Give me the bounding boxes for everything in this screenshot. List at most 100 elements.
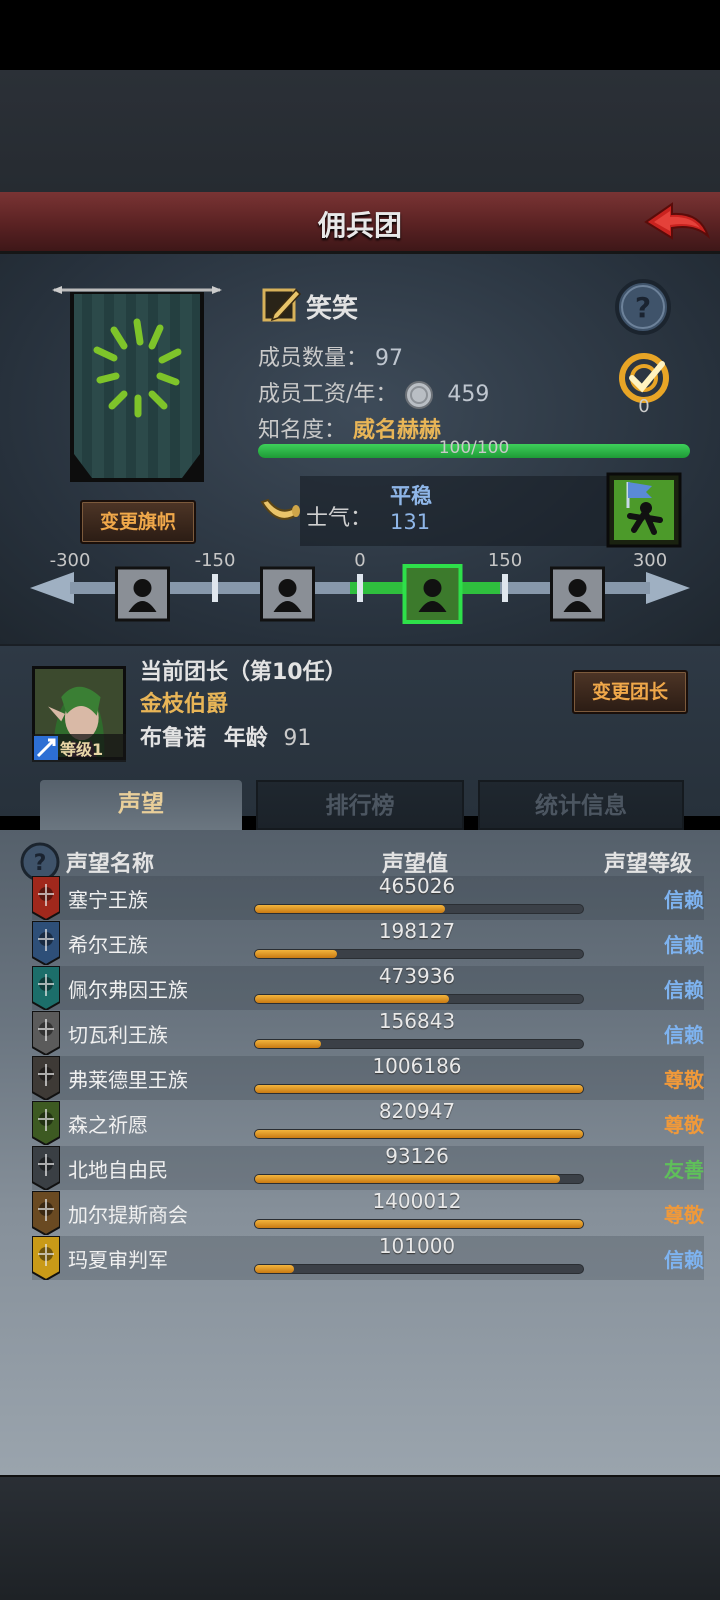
scale-tick-label: -300	[49, 550, 91, 571]
target-count: 0	[638, 396, 650, 417]
reputation-level: 尊敬	[664, 1113, 704, 1137]
reputation-value: 93126	[385, 1144, 449, 1168]
rally-flag-icon[interactable]	[606, 472, 682, 548]
reputation-bar-fill	[255, 1085, 583, 1093]
scales-crest-icon	[32, 1011, 60, 1055]
reputation-bar	[254, 1084, 584, 1094]
reputation-bar-fill	[255, 905, 446, 913]
faction-name: 森之祈愿	[68, 1113, 148, 1137]
scale-tick-label: 300	[632, 550, 668, 571]
reputation-row[interactable]: 玛夏审判军 101000 信赖	[32, 1234, 704, 1280]
blue-arch-crest-icon	[32, 921, 60, 965]
reputation-value: 1006186	[372, 1054, 462, 1078]
salary-label: 成员工资/年：	[258, 382, 398, 407]
reputation-level: 信赖	[664, 888, 704, 912]
reputation-value: 473936	[378, 964, 456, 988]
war-horn-icon	[260, 498, 300, 520]
reputation-level: 友善	[664, 1158, 704, 1182]
scale-tick	[502, 574, 508, 602]
reputation-bar	[254, 1219, 584, 1229]
fear-figure-icon	[260, 566, 315, 622]
reputation-bar-fill	[255, 950, 337, 958]
silver-coin-icon	[405, 381, 434, 409]
reputation-bar	[254, 994, 584, 1004]
gold-cross-crest-icon	[32, 1236, 60, 1280]
reputation-level: 信赖	[664, 933, 704, 957]
reputation-row[interactable]: 弗莱德里王族 1006186 尊敬	[32, 1054, 704, 1100]
reputation-bar	[254, 1174, 584, 1184]
bottom-spacer	[0, 1475, 720, 1600]
reputation-value: 820947	[378, 1099, 456, 1123]
salary-value: 459	[447, 382, 490, 407]
morale-value: 131	[390, 510, 431, 534]
reputation-value: 465026	[378, 874, 456, 898]
reputation-row[interactable]: 加尔提斯商会 1400012 尊敬	[32, 1189, 704, 1235]
header-reputation-level: 声望等级	[603, 852, 692, 877]
svg-text:?: ?	[34, 851, 47, 876]
help-icon[interactable]: ?	[614, 278, 672, 336]
chest-crest-icon	[32, 1191, 60, 1235]
tab-reputation[interactable]: 声望	[40, 780, 242, 830]
reputation-bar-fill	[255, 995, 449, 1003]
scale-tick-label: 0	[354, 550, 366, 571]
reputation-bar	[254, 1129, 584, 1139]
horse-crest-icon	[32, 1056, 60, 1100]
reputation-panel: ? 声望名称 声望值 声望等级 塞宁王族 465026 信赖 希尔王族 1981…	[0, 830, 720, 1475]
red-tree-crest-icon	[32, 876, 60, 920]
faction-name: 弗莱德里王族	[68, 1068, 188, 1092]
reputation-level: 尊敬	[664, 1203, 704, 1227]
reputation-bar-fill	[255, 1220, 583, 1228]
reputation-level: 信赖	[664, 1023, 704, 1047]
member-count-label: 成员数量：	[258, 346, 369, 371]
reputation-bar-fill	[255, 1130, 583, 1138]
leader-title: 当前团长（第10任）	[140, 660, 347, 685]
salary-row: 成员工资/年： 459	[258, 376, 489, 410]
faction-name: 切瓦利王族	[68, 1023, 168, 1047]
faction-name: 玛夏审判军	[68, 1248, 168, 1272]
scale-tick	[212, 574, 218, 602]
reputation-level: 信赖	[664, 1248, 704, 1272]
reputation-value: 156843	[378, 1009, 456, 1033]
change-banner-button[interactable]: 变更旗帜	[80, 500, 196, 544]
scale-tick-label: 150	[487, 550, 523, 571]
reputation-bar-fill	[255, 1265, 295, 1273]
reputation-row[interactable]: 塞宁王族 465026 信赖	[32, 874, 704, 920]
reputation-bar	[254, 1039, 584, 1049]
morale-state: 平稳	[390, 484, 432, 508]
change-leader-button[interactable]: 变更团长	[572, 670, 688, 714]
leader-level: 等级1	[60, 740, 104, 759]
reputation-row[interactable]: 森之祈愿 820947 尊敬	[32, 1099, 704, 1145]
leader-name-row: 布鲁诺 年龄 91	[140, 720, 311, 752]
guild-name: 笑笑	[306, 294, 359, 324]
page-title: 佣兵团	[317, 209, 402, 242]
reputation-level: 信赖	[664, 978, 704, 1002]
top-spacer	[0, 70, 720, 192]
back-arrow-icon[interactable]	[642, 198, 712, 248]
leader-noble-title: 金枝伯爵	[140, 692, 229, 717]
faction-name: 北地自由民	[68, 1158, 168, 1182]
guild-info-panel: 变更旗帜 笑笑 成员数量： 97 成员工资/年： 459 知名度： 威名赫赫 1…	[0, 254, 720, 644]
calm-figure-icon	[402, 564, 463, 624]
leader-age: 91	[283, 726, 312, 751]
reputation-row[interactable]: 佩尔弗因王族 473936 信赖	[32, 964, 704, 1010]
reputation-row[interactable]: 北地自由民 93126 友善	[32, 1144, 704, 1190]
status-bar-area	[0, 0, 720, 70]
reputation-bar	[254, 904, 584, 914]
svg-text:?: ?	[635, 291, 651, 324]
reputation-bar-fill	[255, 1175, 561, 1183]
scale-tick	[357, 574, 363, 602]
scale-tick-label: -150	[194, 550, 236, 571]
tab-bar: 声望 排行榜 统计信息	[0, 780, 720, 830]
edit-name-icon[interactable]	[262, 284, 302, 324]
faction-name: 希尔王族	[68, 933, 148, 957]
reputation-row[interactable]: 切瓦利王族 156843 信赖	[32, 1009, 704, 1055]
reputation-row[interactable]: 希尔王族 198127 信赖	[32, 919, 704, 965]
reputation-value: 198127	[378, 919, 456, 943]
guild-banner	[52, 286, 222, 482]
leader-name: 布鲁诺	[140, 726, 207, 751]
tree-crest-icon	[32, 1101, 60, 1145]
tab-ranking[interactable]: 排行榜	[256, 780, 464, 830]
faction-name: 加尔提斯商会	[68, 1203, 188, 1227]
tab-statistics[interactable]: 统计信息	[478, 780, 684, 830]
leader-age-label: 年龄	[223, 726, 268, 751]
